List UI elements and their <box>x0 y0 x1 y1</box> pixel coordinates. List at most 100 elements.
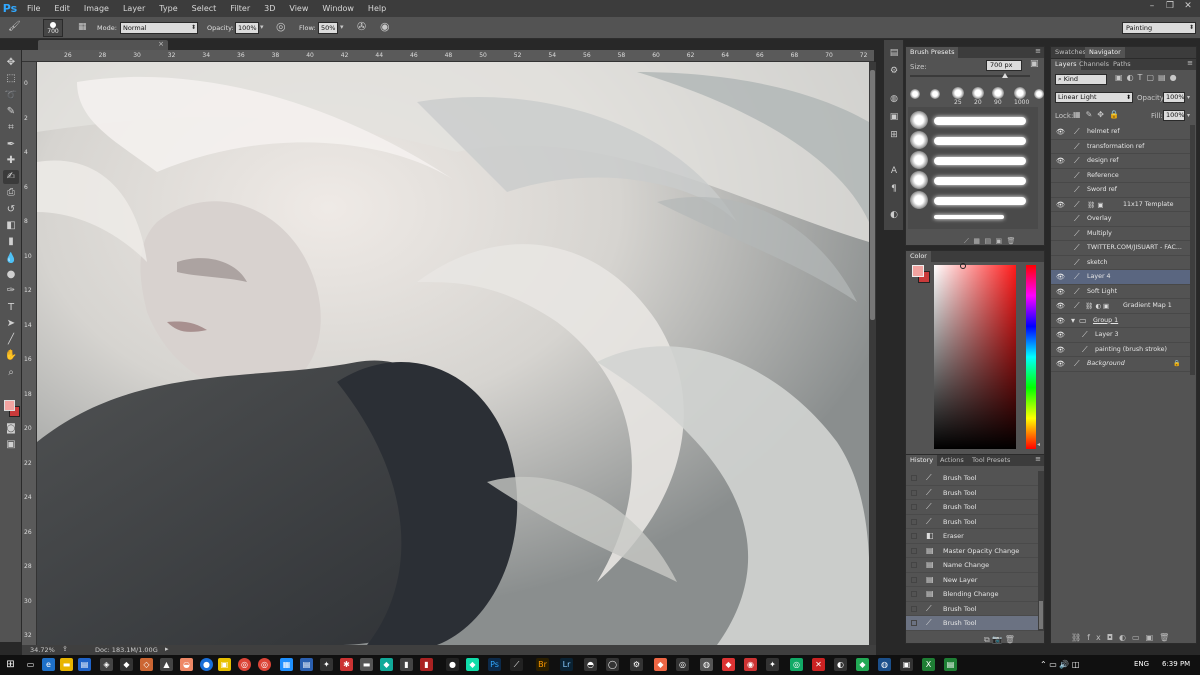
menu-window[interactable]: Window <box>315 0 361 17</box>
tab-tool-presets[interactable]: Tool Presets <box>968 455 1014 466</box>
scrollbar-thumb[interactable] <box>870 70 875 320</box>
layer-row[interactable]: 👁 ⟋ helmet ref <box>1051 125 1192 140</box>
app-icon[interactable]: ◒ <box>180 658 193 671</box>
new-preset-icon[interactable]: ▣ <box>1030 59 1039 69</box>
color-field[interactable] <box>934 265 1016 449</box>
status-arrow-icon[interactable]: ▸ <box>165 645 169 653</box>
new-preset-footer-icon[interactable]: ▣ <box>996 237 1003 245</box>
app-icon[interactable]: ◆ <box>856 658 869 671</box>
new-brush-icon[interactable]: ▤ <box>984 237 991 245</box>
history-source-checkbox[interactable] <box>911 620 917 626</box>
layer-style-icon[interactable]: fx <box>1087 633 1107 642</box>
close-tab-icon[interactable]: × <box>158 40 164 48</box>
app-icon[interactable]: ✕ <box>812 658 825 671</box>
history-item[interactable]: ▤ New Layer <box>906 573 1038 587</box>
hand-icon[interactable]: ✋ <box>3 349 19 363</box>
brush-tip-preview[interactable] <box>910 191 928 209</box>
paragraph-icon[interactable]: ¶ <box>887 182 901 196</box>
app-icon[interactable]: ✦ <box>766 658 779 671</box>
panel-menu-icon[interactable]: ≡ <box>1187 59 1193 67</box>
lock-all-icon[interactable]: 🔒 <box>1109 110 1124 119</box>
tray-icons[interactable]: ⌃ ▭ 🔊 ◫ <box>1040 660 1079 669</box>
workspace-select[interactable]: Painting ⬍ <box>1122 22 1196 34</box>
tool-presets-icon[interactable]: ⊞ <box>887 128 901 142</box>
menu-file[interactable]: File <box>20 0 47 17</box>
app-icon[interactable]: ▬ <box>360 658 373 671</box>
history-item[interactable]: ▤ Master Opacity Change <box>906 544 1038 558</box>
file-explorer-icon[interactable]: ▬ <box>60 658 73 671</box>
delete-layer-icon[interactable]: 🗑 <box>1159 633 1175 642</box>
line-icon[interactable]: ╱ <box>3 333 19 347</box>
app-icon[interactable]: ◆ <box>380 658 393 671</box>
layer-row[interactable]: ⟋ Overlay <box>1051 212 1192 227</box>
app-icon[interactable]: ◍ <box>700 658 713 671</box>
mode-select[interactable]: Normal ⬍ <box>120 22 198 34</box>
layer-opacity-field[interactable]: 100% <box>1163 92 1185 103</box>
panel-menu-icon[interactable]: ≡ <box>1035 455 1041 463</box>
foreground-swatch[interactable] <box>912 265 924 277</box>
visibility-eye-icon[interactable]: 👁 <box>1056 285 1065 300</box>
history-item[interactable]: ⟋ Brush Tool <box>906 616 1038 631</box>
document-tab[interactable]: × <box>38 40 168 50</box>
hue-slider[interactable] <box>1026 265 1036 449</box>
history-source-checkbox[interactable] <box>911 576 917 583</box>
lasso-icon[interactable]: ➰ <box>3 89 19 103</box>
layer-row[interactable]: 👁 ⟋ painting (brush stroke) <box>1051 343 1192 357</box>
app-icon[interactable]: ◇ <box>140 658 153 671</box>
clone-source-icon[interactable]: ◍ <box>887 92 901 106</box>
character-icon[interactable]: A <box>887 164 901 178</box>
layer-opacity-dropdown-icon[interactable]: ▾ <box>1187 94 1190 101</box>
visibility-eye-icon[interactable]: 👁 <box>1056 125 1065 140</box>
close-icon[interactable]: ✕ <box>1181 0 1195 12</box>
foreground-color-swatch[interactable] <box>4 400 15 411</box>
menu-select[interactable]: Select <box>185 0 224 17</box>
edge-icon[interactable]: e <box>42 658 55 671</box>
history-source-checkbox[interactable] <box>911 475 917 481</box>
menu-help[interactable]: Help <box>361 0 393 17</box>
adjustment-layer-icon[interactable]: ◐ <box>1119 633 1132 642</box>
tab-brush-presets[interactable]: Brush Presets <box>906 47 959 58</box>
language-indicator[interactable]: ENG <box>1134 660 1149 668</box>
app-icon[interactable]: ◆ <box>120 658 133 671</box>
brush-tip-preview[interactable] <box>910 151 928 169</box>
layer-row[interactable]: 👁 ▾ ▭ Group 1 <box>1051 314 1192 329</box>
app-icon[interactable]: ✦ <box>320 658 333 671</box>
path-select-icon[interactable]: ➤ <box>3 317 19 331</box>
lightroom-icon[interactable]: Lr <box>560 658 573 671</box>
app-icon[interactable]: ◎ <box>676 658 689 671</box>
history-item[interactable]: ▤ Blending Change <box>906 587 1038 602</box>
app-icon[interactable]: ◎ <box>790 658 803 671</box>
history-source-checkbox[interactable] <box>911 562 917 568</box>
layer-row[interactable]: ⟋ Multiply <box>1051 227 1192 241</box>
delete-state-icon[interactable]: 🗑 <box>1005 635 1015 644</box>
chrome-icon[interactable]: ◎ <box>258 658 271 671</box>
visibility-eye-icon[interactable]: 👁 <box>1056 154 1065 169</box>
layer-filter-select[interactable]: ⌕ Kind <box>1055 74 1107 85</box>
lock-transparent-icon[interactable]: ▦ <box>1073 110 1086 119</box>
app-icon[interactable]: ◈ <box>100 658 113 671</box>
history-item[interactable]: ⟋ Brush Tool <box>906 631 1038 632</box>
history-source-checkbox[interactable] <box>911 591 917 597</box>
link-layers-icon[interactable]: ⛓ <box>1071 633 1087 642</box>
history-source-checkbox[interactable] <box>911 489 917 496</box>
history-item[interactable]: ▤ Name Change <box>906 558 1038 573</box>
menu-filter[interactable]: Filter <box>223 0 257 17</box>
history-source-checkbox[interactable] <box>911 533 917 539</box>
minimize-icon[interactable]: – <box>1145 0 1159 12</box>
visibility-eye-icon[interactable]: 👁 <box>1056 314 1065 329</box>
tab-paths[interactable]: Paths <box>1109 59 1135 70</box>
move-icon[interactable]: ✥ <box>3 56 19 70</box>
clock[interactable]: 6:39 PM <box>1162 660 1190 668</box>
lock-position-icon[interactable]: ✥ <box>1097 110 1109 119</box>
size-slider-handle[interactable] <box>1002 73 1008 78</box>
toggle-brush-icon[interactable]: ⟋ <box>964 237 969 245</box>
brush-icon[interactable]: ✍ <box>3 170 19 185</box>
menu-image[interactable]: Image <box>77 0 116 17</box>
opacity-field[interactable]: 100% <box>235 22 259 34</box>
layer-row[interactable]: 👁 ⟋ Background 🔒 <box>1051 357 1192 372</box>
brush-stroke-preview[interactable] <box>934 157 1026 165</box>
tab-color[interactable]: Color <box>906 251 931 262</box>
visibility-eye-icon[interactable]: 👁 <box>1056 198 1065 213</box>
layer-row[interactable]: ⟋ TWITTER.COM/JISUART - FAC... <box>1051 241 1192 256</box>
chevron-down-icon[interactable]: ▾ <box>1071 314 1075 329</box>
